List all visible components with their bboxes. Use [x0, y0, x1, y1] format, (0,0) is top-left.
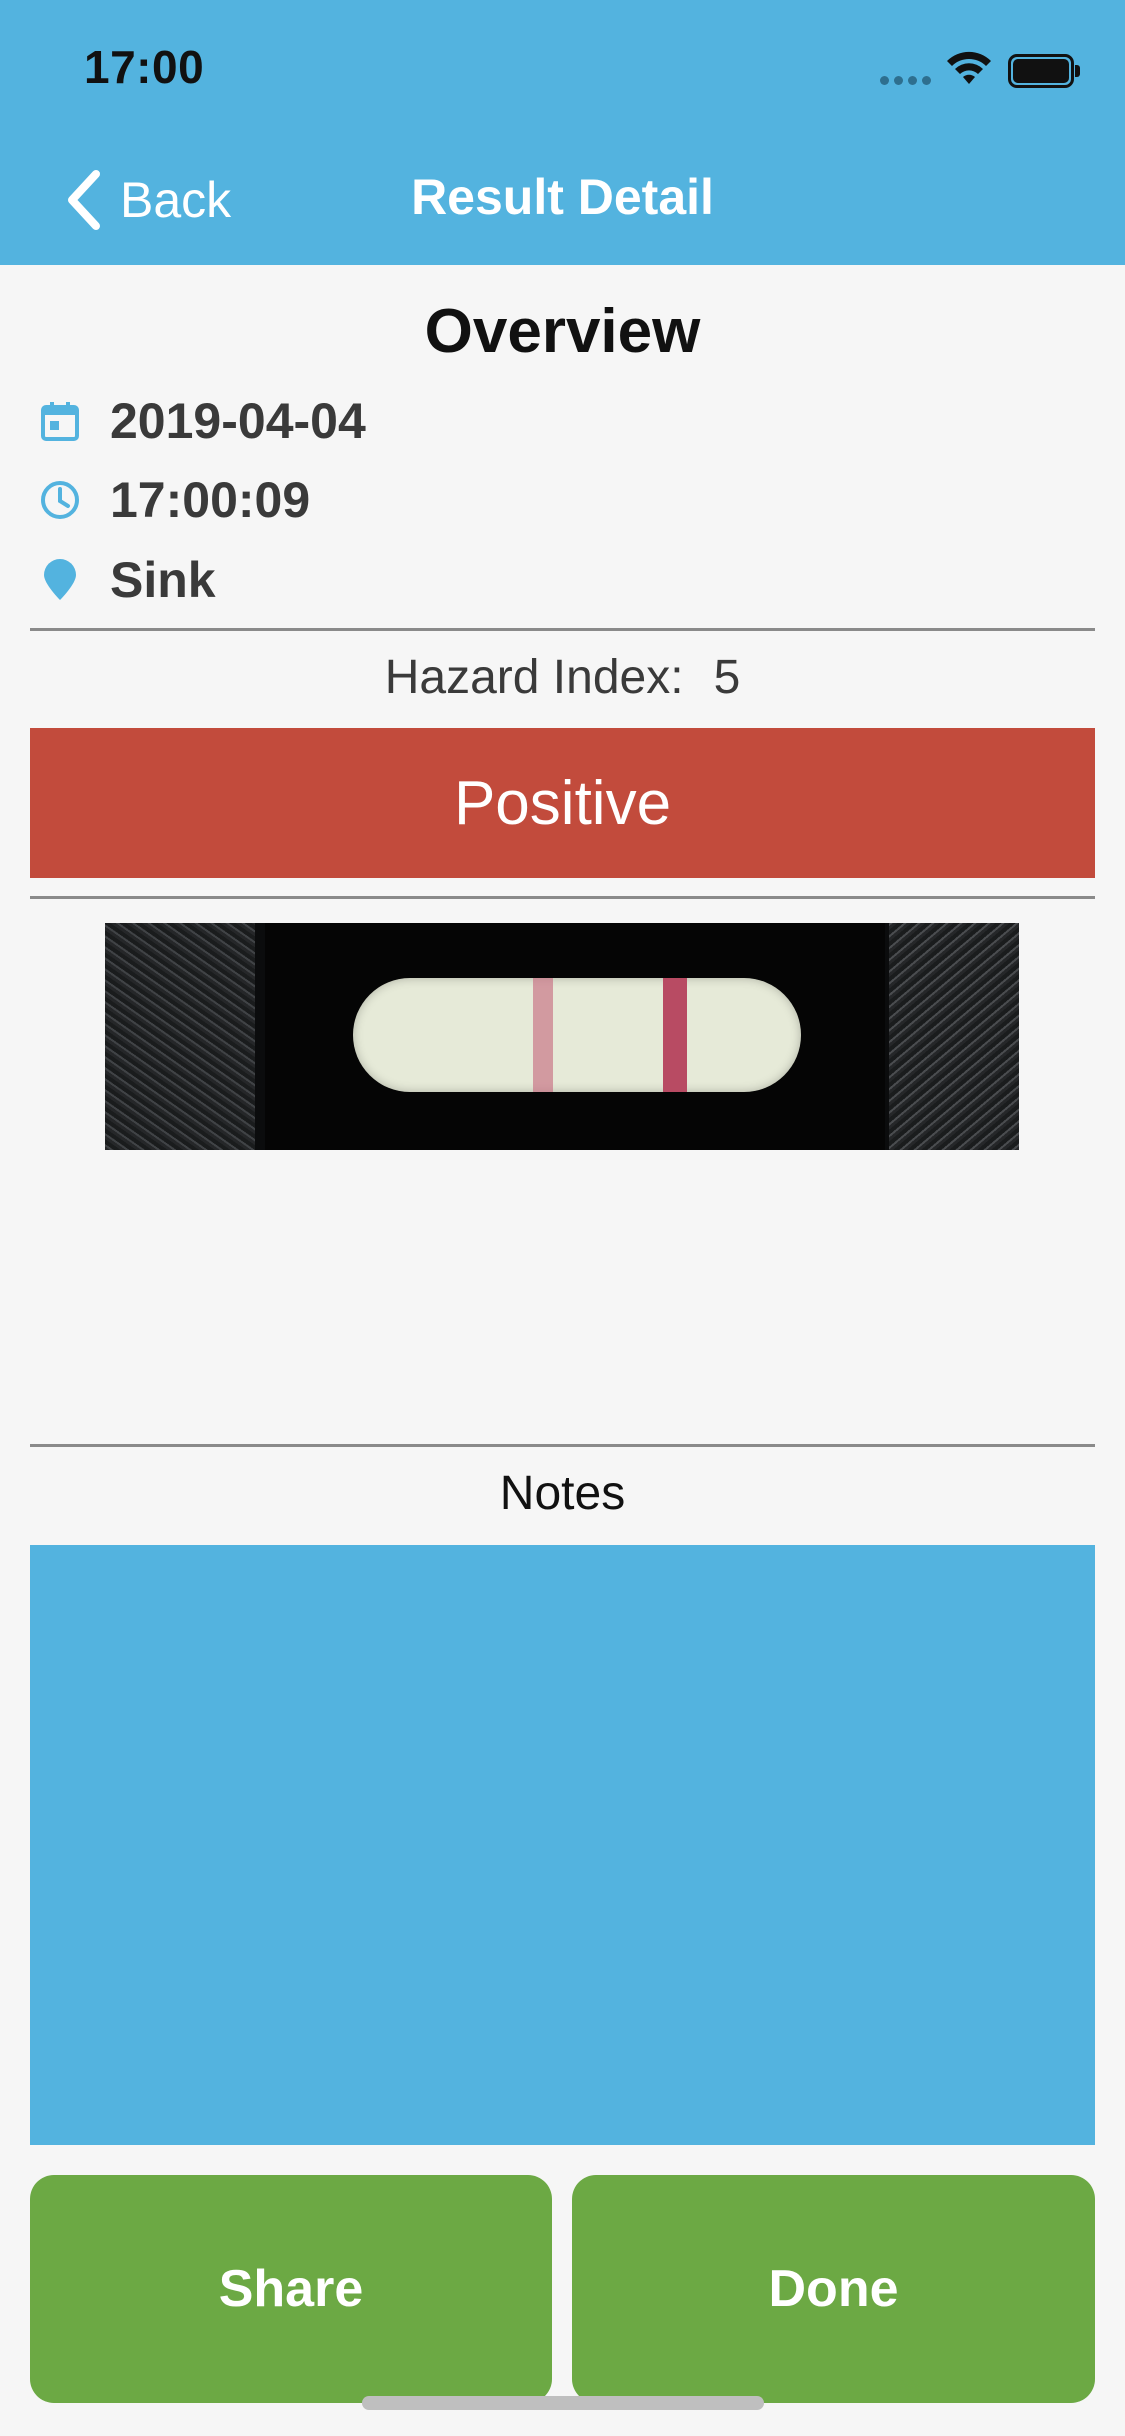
clock-icon — [41, 481, 79, 519]
control-line — [533, 978, 553, 1092]
result-detail-screen: 17:00 Back Result Detail Overview 2019-0… — [0, 0, 1125, 2436]
result-location: Sink — [110, 552, 216, 608]
done-button[interactable]: Done — [572, 2175, 1095, 2403]
time-row: 17:00:09 — [38, 465, 310, 535]
overview-heading: Overview — [424, 297, 701, 366]
result-time: 17:00:09 — [110, 472, 311, 528]
result-date: 2019-04-04 — [110, 393, 366, 449]
notes-field[interactable] — [30, 1545, 1095, 2145]
divider — [30, 1444, 1095, 1447]
divider — [30, 628, 1095, 631]
map-pin-icon — [44, 559, 76, 600]
test-strip-window — [353, 978, 801, 1092]
test-strip-image — [105, 923, 1019, 1150]
result-status-banner: Positive — [30, 728, 1095, 878]
wifi-icon — [947, 51, 991, 84]
share-button[interactable]: Share — [30, 2175, 552, 2403]
hazard-index-value: 5 — [713, 651, 741, 704]
notes-label: Notes — [499, 1467, 626, 1520]
cellular-signal-icon — [880, 76, 932, 86]
calendar-icon — [41, 402, 79, 441]
page-title: Result Detail — [411, 169, 714, 225]
done-button-label: Done — [768, 2260, 899, 2318]
header-bar: 17:00 Back Result Detail — [0, 0, 1125, 265]
status-time: 17:00 — [84, 41, 205, 93]
divider — [30, 896, 1095, 899]
hazard-index-label: Hazard Index: — [384, 651, 684, 704]
battery-icon — [1008, 54, 1080, 88]
date-row: 2019-04-04 — [38, 386, 366, 456]
hazard-index: Hazard Index: 5 — [0, 650, 1125, 705]
home-indicator[interactable] — [362, 2396, 764, 2410]
share-button-label: Share — [218, 2260, 364, 2318]
location-row: Sink — [38, 545, 216, 615]
test-line — [663, 978, 687, 1092]
result-status-label: Positive — [453, 768, 672, 838]
